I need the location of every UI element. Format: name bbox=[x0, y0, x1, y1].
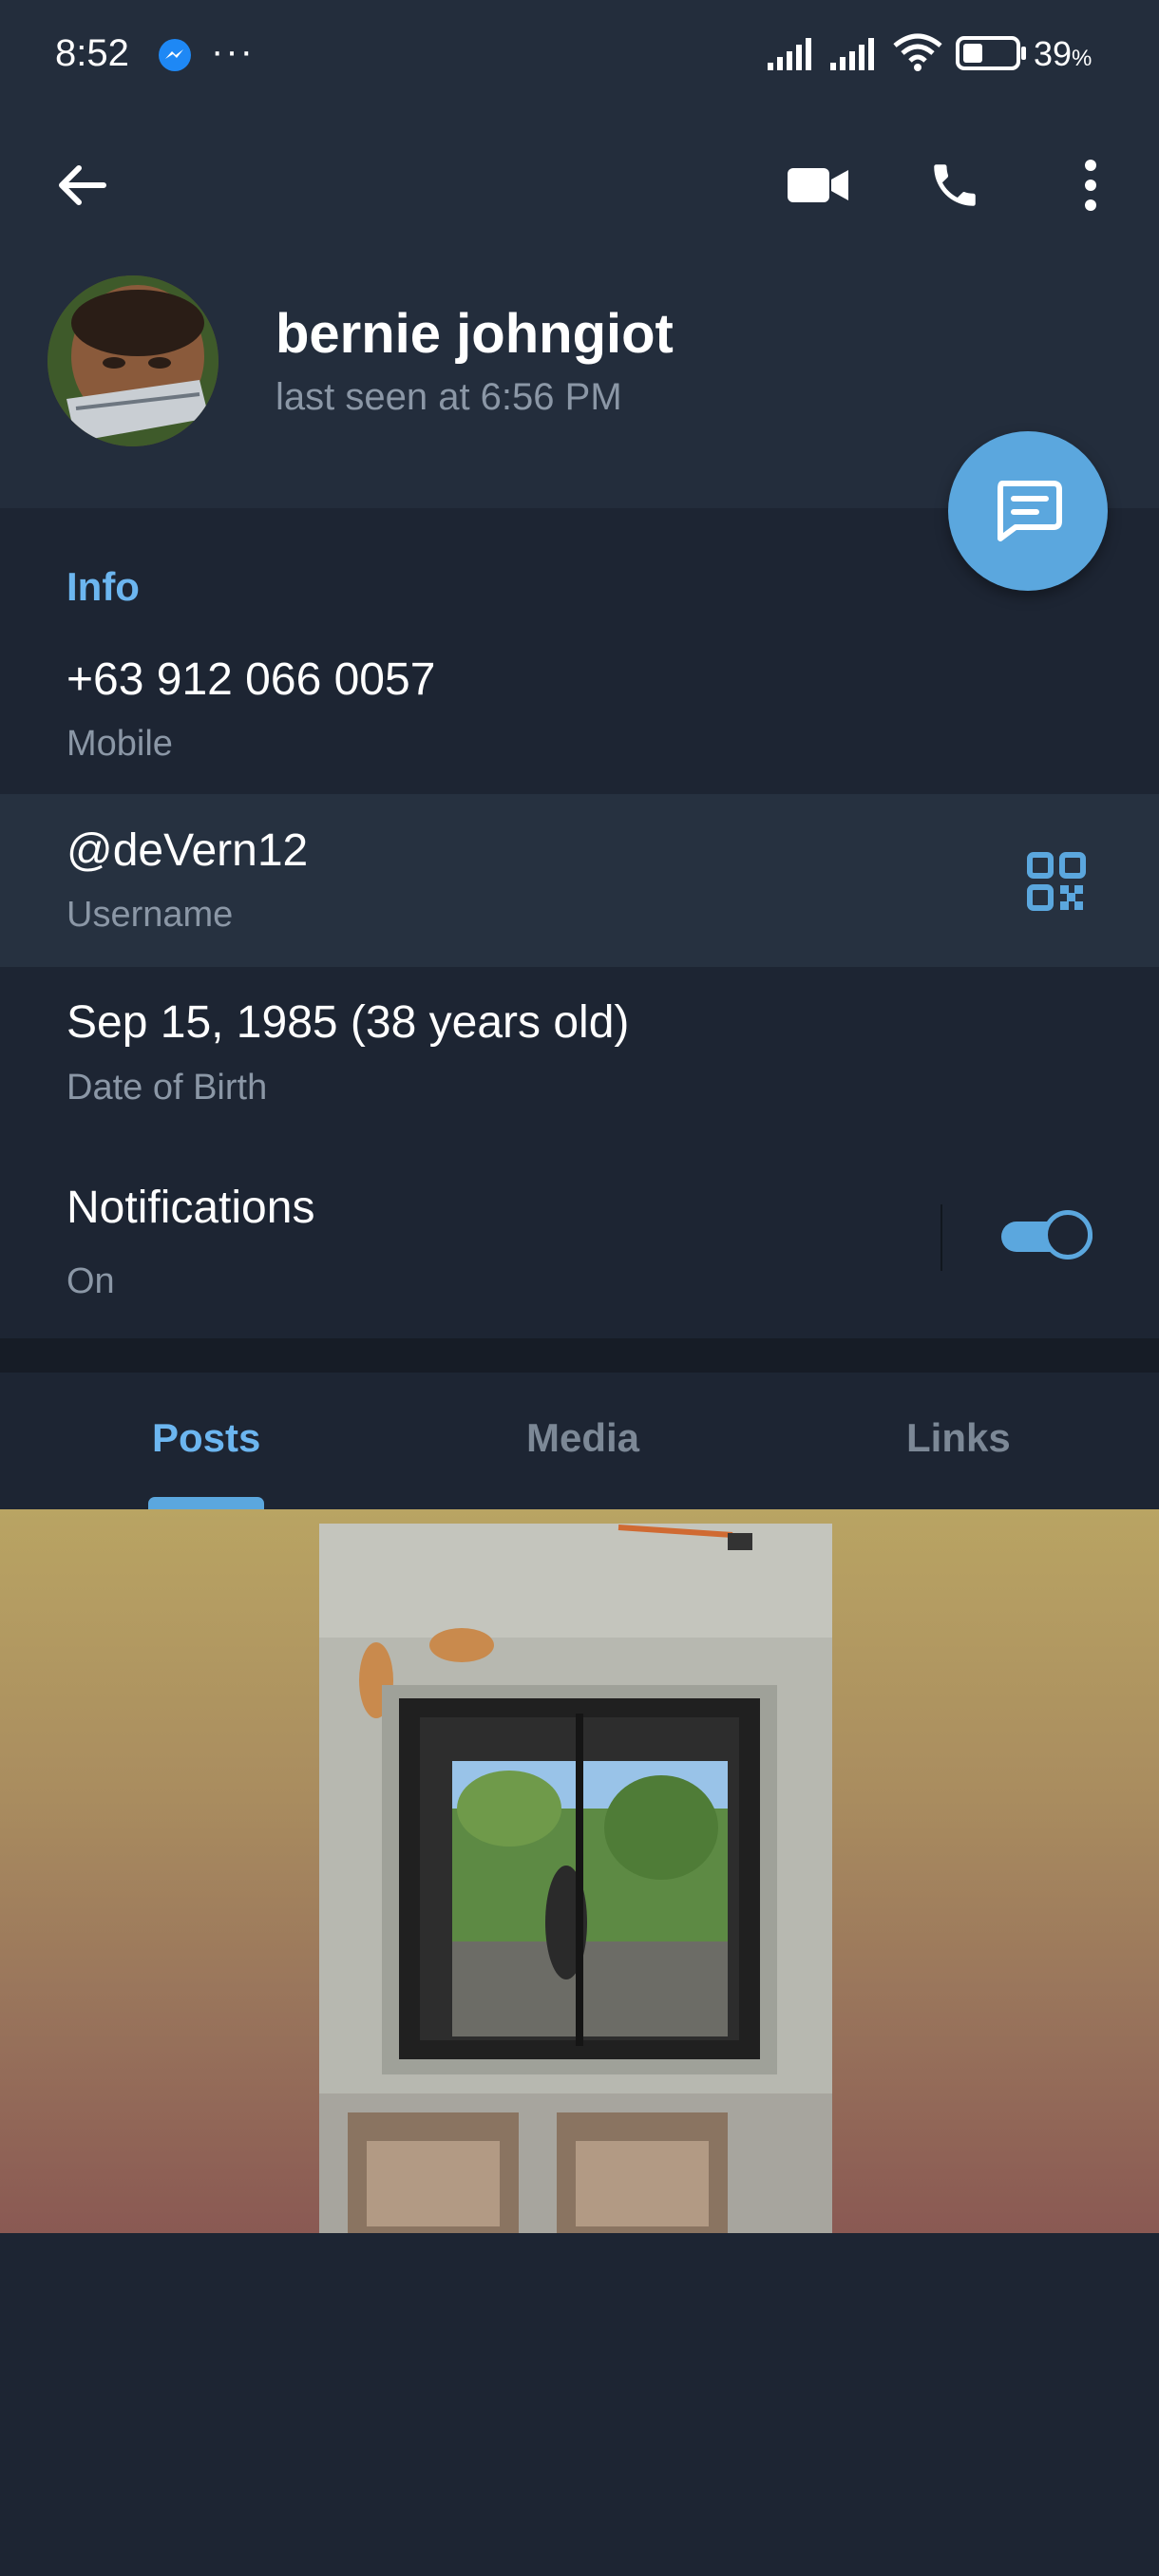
send-message-button[interactable] bbox=[948, 431, 1108, 591]
qr-code-icon[interactable] bbox=[1026, 851, 1087, 912]
last-seen-status: last seen at 6:56 PM bbox=[276, 376, 622, 418]
phone-number[interactable]: +63 912 066 0057 bbox=[66, 653, 435, 706]
empty-area bbox=[0, 2233, 1159, 2576]
tab-media[interactable]: Media bbox=[526, 1415, 639, 1461]
section-divider bbox=[0, 1338, 1159, 1373]
info-heading: Info bbox=[66, 564, 140, 609]
back-button[interactable] bbox=[38, 142, 124, 228]
username-label: Username bbox=[66, 895, 234, 935]
notifications-toggle[interactable] bbox=[1001, 1210, 1100, 1263]
username-row[interactable] bbox=[0, 794, 1159, 967]
notification-more-dots: ··· bbox=[211, 30, 255, 72]
battery-icon bbox=[956, 36, 1026, 70]
more-options-button[interactable] bbox=[1054, 142, 1127, 228]
contact-name: bernie johngiot bbox=[276, 303, 674, 365]
username-value[interactable]: @deVern12 bbox=[66, 824, 308, 877]
voice-call-button[interactable] bbox=[912, 142, 998, 228]
avatar[interactable] bbox=[48, 275, 218, 446]
message-icon bbox=[998, 481, 1062, 541]
birthday-value: Sep 15, 1985 (38 years old) bbox=[66, 997, 630, 1048]
notifications-divider bbox=[940, 1204, 942, 1271]
toggle-knob bbox=[1043, 1210, 1092, 1260]
signal-icon bbox=[768, 38, 811, 70]
active-tab-indicator bbox=[148, 1497, 264, 1510]
notifications-status: On bbox=[66, 1261, 115, 1301]
avatar-photo bbox=[48, 275, 218, 446]
tab-links[interactable]: Links bbox=[906, 1415, 1011, 1461]
tab-posts[interactable]: Posts bbox=[152, 1415, 260, 1461]
more-vert-icon bbox=[1085, 160, 1096, 211]
post-photo[interactable] bbox=[319, 1524, 832, 2233]
phone-label: Mobile bbox=[66, 724, 173, 764]
status-time: 8:52 bbox=[55, 32, 129, 74]
wifi-icon bbox=[893, 33, 942, 71]
phone-icon bbox=[934, 164, 976, 206]
battery-percentage: 39% bbox=[1034, 34, 1092, 73]
messenger-icon bbox=[159, 39, 191, 71]
post-photo-image bbox=[319, 1524, 832, 2233]
back-arrow-icon bbox=[59, 165, 106, 205]
notifications-title: Notifications bbox=[66, 1183, 315, 1233]
video-call-button[interactable] bbox=[775, 142, 861, 228]
status-bar: 8:52 ··· 39% bbox=[0, 0, 1159, 109]
video-call-icon bbox=[788, 168, 848, 202]
birthday-label: Date of Birth bbox=[66, 1068, 268, 1108]
signal-icon bbox=[830, 38, 874, 70]
